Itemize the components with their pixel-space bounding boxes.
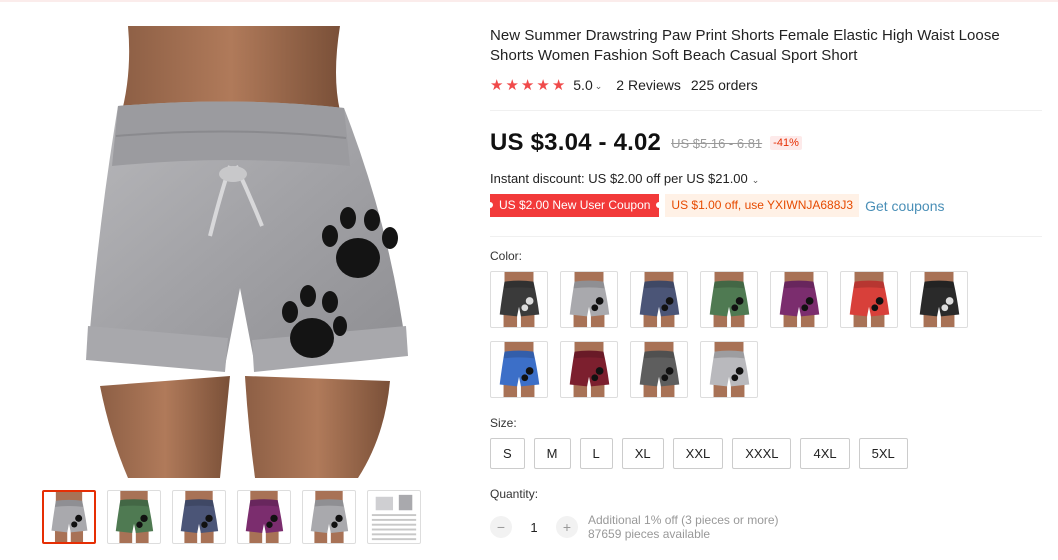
shorts-thumbnail-image xyxy=(115,491,154,543)
shorts-thumbnail-image xyxy=(499,342,540,397)
thumbnail-strip xyxy=(42,490,421,544)
rating-value[interactable]: 5.0 xyxy=(573,77,592,93)
color-label: Color: xyxy=(490,249,523,263)
bulk-discount-text: Additional 1% off (3 pieces or more) xyxy=(588,513,779,527)
star-icon: ★ xyxy=(520,76,535,94)
thumbnail-gray[interactable] xyxy=(42,490,96,544)
color-swatch-blue[interactable] xyxy=(490,341,548,398)
size-option-xl[interactable]: XL xyxy=(621,438,664,469)
shorts-thumbnail-image xyxy=(639,272,680,327)
rating-row: ★ ★ ★ ★ ★ 5.0 ⌄ 2 Reviews 225 orders xyxy=(490,75,758,95)
star-icon: ★ xyxy=(505,76,519,94)
shorts-thumbnail-image xyxy=(709,342,750,397)
divider xyxy=(490,236,1042,237)
size-option-s[interactable]: S xyxy=(490,438,525,469)
discount-badge: -41% xyxy=(770,136,802,150)
color-swatch-black[interactable] xyxy=(490,271,548,328)
shorts-thumbnail-image xyxy=(709,272,750,327)
top-accent-line xyxy=(0,0,1058,2)
size-option-m[interactable]: M xyxy=(533,438,571,469)
get-coupons-link[interactable]: Get coupons xyxy=(865,198,944,214)
orders-count: 225 orders xyxy=(690,77,758,93)
stock-available-text: 87659 pieces available xyxy=(588,527,711,541)
shorts-thumbnail-image xyxy=(569,272,610,327)
thumbnail-gray-multi[interactable] xyxy=(302,490,356,544)
color-swatch-wine[interactable] xyxy=(560,341,618,398)
price-row: US $3.04 - 4.02 US $5.16 - 6.81 -41% xyxy=(490,129,802,157)
shorts-thumbnail-image xyxy=(310,491,349,543)
color-swatch-dark-gray[interactable] xyxy=(630,341,688,398)
shorts-thumbnail-image xyxy=(245,491,284,543)
star-icon: ★ xyxy=(551,76,566,94)
color-swatch-gray[interactable] xyxy=(560,271,618,328)
shorts-thumbnail-image xyxy=(919,272,960,327)
star-icon: ★ xyxy=(490,76,504,94)
quantity-info: Additional 1% off (3 pieces or more) 876… xyxy=(588,513,779,541)
divider xyxy=(490,110,1042,111)
shorts-thumbnail-image xyxy=(51,492,88,542)
size-option-5xl[interactable]: 5XL xyxy=(858,438,908,469)
shorts-thumbnail-image xyxy=(779,272,820,327)
current-price: US $3.04 - 4.02 xyxy=(490,129,662,156)
thumbnail-green[interactable] xyxy=(107,490,161,544)
shorts-thumbnail-image xyxy=(180,491,219,543)
color-swatch-purple[interactable] xyxy=(770,271,828,328)
quantity-value[interactable]: 1 xyxy=(512,520,556,535)
shorts-thumbnail-image xyxy=(639,342,680,397)
main-product-image[interactable] xyxy=(40,26,422,478)
shorts-thumbnail-image xyxy=(569,342,610,397)
thumbnail-size-chart[interactable] xyxy=(367,490,421,544)
color-swatch-red[interactable] xyxy=(840,271,898,328)
size-option-l[interactable]: L xyxy=(579,438,613,469)
shorts-illustration xyxy=(86,26,408,478)
instant-discount[interactable]: Instant discount: US $2.00 off per US $2… xyxy=(490,171,773,186)
size-option-4xl[interactable]: 4XL xyxy=(800,438,850,469)
star-icon: ★ xyxy=(536,76,550,94)
new-user-coupon[interactable]: US $2.00 New User Coupon xyxy=(486,194,663,217)
chevron-down-icon[interactable]: ⌄ xyxy=(752,175,760,185)
size-options: S M L XL XXL XXXL 4XL 5XL xyxy=(490,438,908,469)
quantity-label: Quantity: xyxy=(490,487,539,501)
color-swatch-dark-black[interactable] xyxy=(910,271,968,328)
size-chart-image xyxy=(371,494,417,541)
quantity-stepper: − 1 + Additional 1% off (3 pieces or mor… xyxy=(490,513,779,541)
product-info: New Summer Drawstring Paw Print Shorts F… xyxy=(486,26,1042,541)
product-title: New Summer Drawstring Paw Print Shorts F… xyxy=(490,27,1000,64)
chevron-down-icon[interactable]: ⌄ xyxy=(595,81,603,92)
color-swatch-green[interactable] xyxy=(700,271,758,328)
original-price: US $5.16 - 6.81 xyxy=(671,135,763,151)
color-swatch-light-gray[interactable] xyxy=(700,341,758,398)
color-swatch-grid xyxy=(490,271,980,398)
star-rating: ★ ★ ★ ★ ★ xyxy=(490,78,565,93)
size-option-xxxl[interactable]: XXXL xyxy=(732,438,792,469)
shorts-thumbnail-image xyxy=(849,272,890,327)
coupon-row: US $2.00 New User Coupon US $1.00 off, u… xyxy=(486,194,944,217)
coupon-code-offer[interactable]: US $1.00 off, use YXIWNJA688J3 xyxy=(665,194,860,217)
size-option-xxl[interactable]: XXL xyxy=(672,438,724,469)
shorts-thumbnail-image xyxy=(499,272,540,327)
reviews-link[interactable]: 2 Reviews xyxy=(616,77,681,93)
quantity-decrease-button[interactable]: − xyxy=(490,516,512,538)
thumbnail-navy[interactable] xyxy=(172,490,226,544)
thumbnail-purple[interactable] xyxy=(237,490,291,544)
size-label: Size: xyxy=(490,416,517,430)
quantity-increase-button[interactable]: + xyxy=(556,516,578,538)
color-swatch-navy[interactable] xyxy=(630,271,688,328)
instant-discount-text: Instant discount: US $2.00 off per US $2… xyxy=(490,171,748,186)
